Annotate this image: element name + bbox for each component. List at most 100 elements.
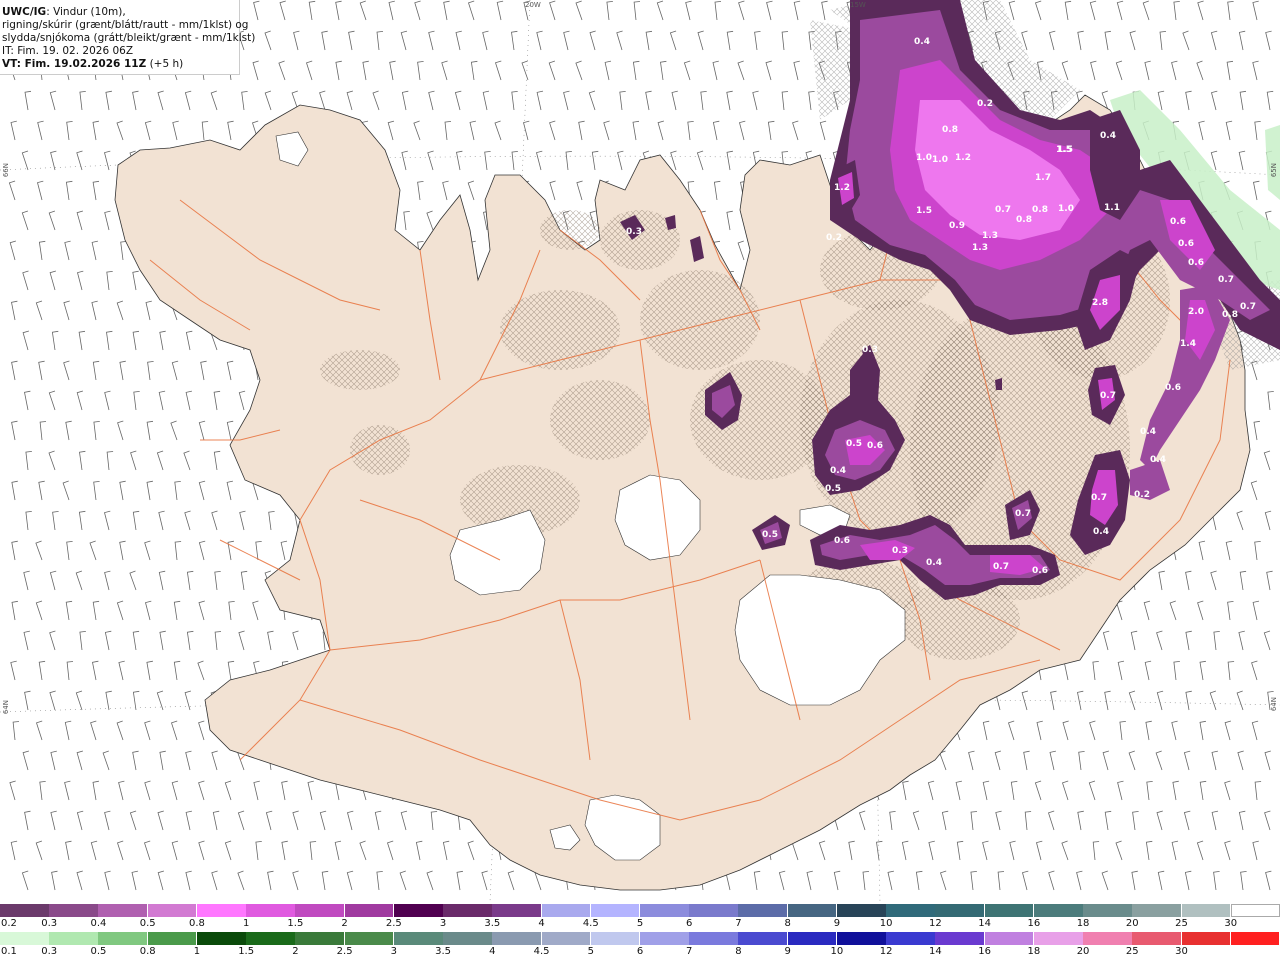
title-line2: rigning/skúrir (grænt/blátt/rautt - mm/1… — [2, 19, 249, 31]
legend-snow-label: 8 — [784, 918, 791, 929]
legend-snow-swatch — [640, 904, 690, 917]
precip-value-label: 0.3 — [892, 546, 908, 556]
precip-value-label: 0.4 — [830, 466, 846, 476]
precip-value-label: 0.4 — [1100, 131, 1116, 141]
precip-value-label: 0.7 — [1100, 391, 1116, 401]
legend-rain-label: 20 — [1076, 946, 1090, 957]
legend-snow-label: 1 — [242, 918, 250, 929]
legend-snow-swatch — [147, 904, 198, 917]
legend-rain-label: 0.8 — [139, 946, 156, 957]
forecast-offset: (+5 h) — [146, 58, 184, 70]
legend-snow-swatch — [787, 904, 838, 917]
legend-rain-swatch — [393, 932, 444, 945]
legend-rain-swatch — [738, 932, 789, 945]
legend-rain-label: 6 — [636, 946, 644, 957]
grid-label-65n-right: 65N — [1270, 163, 1278, 178]
legend-snow-swatch — [738, 904, 789, 917]
legend-rain-label: 2 — [292, 946, 299, 957]
legend-snow-swatch — [590, 904, 641, 917]
precip-value-label: 0.6 — [834, 536, 850, 546]
legend-snow-swatch — [492, 904, 543, 917]
legend-snow-label: 3 — [439, 918, 447, 929]
legend-rain-swatch — [640, 932, 690, 945]
precip-value-label: 1.7 — [1035, 173, 1051, 183]
legend-rain-swatch — [541, 932, 592, 945]
legend-snow-label: 4.5 — [582, 918, 599, 929]
legend-rain-label: 25 — [1125, 946, 1139, 957]
initial-time: IT: Fim. 19. 02. 2026 06Z — [2, 45, 134, 57]
legend-rain-label: 8 — [735, 946, 742, 957]
legend-rain-label: 7 — [686, 946, 693, 957]
precip-value-label: 0.6 — [1032, 566, 1048, 576]
legend-snow-label: 16 — [1027, 918, 1041, 929]
map-title-box: UWC/IG: Vindur (10m), rigning/skúrir (gr… — [0, 0, 256, 75]
precip-value-label: 1.3 — [972, 243, 988, 253]
legend-snow-swatch — [196, 904, 247, 917]
legend-rain-swatch — [0, 932, 50, 945]
precip-value-label: 1.2 — [955, 153, 971, 163]
grid-label-66n: 66N — [2, 163, 10, 178]
precip-value-label: 0.4 — [914, 37, 930, 47]
legend-rain-swatch — [1132, 932, 1183, 945]
legend-rain-label: 12 — [879, 946, 893, 957]
legend-snow-swatch — [1033, 904, 1084, 917]
legend-rain-label: 18 — [1027, 946, 1041, 957]
legend-snow-swatch — [1181, 904, 1232, 917]
precip-value-label: 0.6 — [1170, 217, 1186, 227]
grid-label-20w: 20W — [525, 1, 541, 9]
precip-value-label: 0.2 — [826, 233, 842, 243]
legend-rain-swatch — [492, 932, 543, 945]
precip-value-label: 0.6 — [867, 441, 883, 451]
legend-rain-bar — [0, 932, 1280, 945]
legend-rain-swatch — [787, 932, 838, 945]
precip-value-label: 0.3 — [862, 345, 878, 355]
legend-rain-swatch — [295, 932, 346, 945]
legend-snow-label: 14 — [978, 918, 991, 929]
legend-rain-swatch — [246, 932, 296, 945]
legend-rain-label: 0.5 — [90, 946, 107, 957]
precip-value-label: 0.8 — [1016, 215, 1032, 225]
precip-value-label: 1.0 — [932, 155, 948, 165]
precip-value-label: 0.8 — [942, 125, 958, 135]
legend-rain-swatch — [886, 932, 936, 945]
precip-value-label: 0.6 — [1178, 239, 1194, 249]
grid-label-64n: 64N — [2, 700, 10, 715]
legend-snow-label: 0.3 — [41, 918, 58, 929]
legend-snow-labels: 0.2 0.3 0.4 0.5 0.8 1 1.5 2 2.5 3 3.5 4 4.5 5 6 7 8 9 10 12… — [0, 918, 1280, 930]
title-line3: slydda/snjókoma (grátt/bleikt/grænt - mm… — [2, 32, 256, 44]
grid-label-64n-right: 64N — [1270, 697, 1278, 712]
precip-value-label: 0.7 — [995, 205, 1011, 215]
legend-rain-swatch — [590, 932, 641, 945]
legend-rain-swatch — [49, 932, 99, 945]
legend-rain-swatch — [344, 932, 395, 945]
precip-value-label: 0.8 — [1032, 205, 1048, 215]
legend-rain-swatch — [443, 932, 493, 945]
legend-rain-swatch — [689, 932, 739, 945]
legend-rain-swatch — [1083, 932, 1133, 945]
legend-snow-label: 10 — [879, 918, 893, 929]
precip-value-label: 0.7 — [1240, 302, 1256, 312]
map-canvas: 0.40.20.81.0 1.0 1.21.51.21.50.90.70.80.8 1… — [0, 0, 1280, 902]
precip-value-label: 0.6 — [1188, 258, 1204, 268]
precip-value-label: 0.9 — [949, 221, 965, 231]
precip-value-label: 1.5 — [1057, 145, 1073, 155]
legend-rain-swatch — [984, 932, 1035, 945]
legend-snow-label: 3.5 — [484, 918, 501, 929]
legend-snow-swatch — [246, 904, 296, 917]
legend-snow-swatch — [935, 904, 986, 917]
legend-rain-swatch — [98, 932, 149, 945]
legend-snow-label: 5 — [636, 918, 644, 929]
precip-value-label: 1.3 — [982, 231, 998, 241]
legend-rain-label: 4.5 — [533, 946, 550, 957]
precip-value-label: 1.0 — [916, 153, 932, 163]
legend-rain-label: 9 — [784, 946, 791, 957]
legend-rain-label: 10 — [830, 946, 844, 957]
legend-rain-label: 16 — [978, 946, 991, 957]
legend-rain-label: 30 — [1175, 946, 1188, 957]
legend-rain-label: 0.1 — [1, 946, 17, 957]
legend-snow-label: 0.5 — [139, 918, 156, 929]
legend-snow-swatch — [344, 904, 395, 917]
legend-snow-label: 12 — [929, 918, 942, 929]
legend-snow-swatch — [1230, 904, 1280, 917]
legend-rain-swatch — [196, 932, 247, 945]
